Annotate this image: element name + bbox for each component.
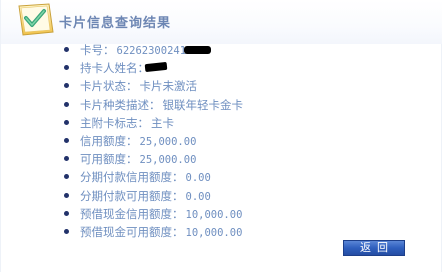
info-label: 主附卡标志：: [80, 115, 149, 130]
info-value: 10,000.00: [185, 226, 243, 239]
bullet-icon: [64, 119, 69, 125]
info-value: 0.00: [185, 172, 211, 185]
bullet-icon: [64, 156, 69, 162]
info-label: 卡号：: [80, 43, 115, 57]
back-button[interactable]: 返回: [343, 240, 405, 256]
info-item-cash-advance-credit: 预借现金信用额度： 10,000.00: [63, 205, 243, 223]
info-label: 预借现金可用额度：: [80, 224, 184, 239]
bullet-icon: [64, 47, 69, 52]
bullet-icon: [64, 228, 69, 234]
info-value: 10,000.00: [185, 208, 243, 221]
info-label: 持卡人姓名：: [80, 61, 149, 76]
info-item-cash-advance-available: 预借现金可用额度： 10,000.00: [63, 223, 243, 241]
info-label: 卡片状态：: [80, 79, 138, 94]
info-item-credit-limit: 信用额度： 25,000.00: [63, 132, 243, 150]
bullet-icon: [64, 83, 69, 89]
checkmark-badge-icon: [18, 3, 54, 36]
info-item-card-number: 卡号： 62262300241: [63, 41, 243, 59]
info-value: 62262300241: [116, 45, 187, 57]
info-label: 分期付款信用额度：: [80, 170, 184, 185]
info-item-available-limit: 可用额度： 25,000.00: [63, 150, 243, 168]
info-value: 25,000.00: [139, 135, 197, 148]
info-value: 主卡: [151, 115, 174, 130]
info-value: 0.00: [185, 190, 211, 203]
bullet-icon: [64, 210, 69, 216]
bullet-icon: [64, 101, 69, 107]
result-panel: 卡片信息查询结果 卡号： 62262300241 持卡人姓名： 卡片状态： 卡片未激…: [0, 0, 442, 272]
info-label: 卡片种类描述：: [80, 97, 161, 112]
info-item-card-type: 卡片种类描述： 银联年轻卡金卡: [63, 96, 243, 114]
info-item-primary-flag: 主附卡标志： 主卡: [63, 114, 243, 132]
info-value: 银联年轻卡金卡: [162, 97, 244, 112]
info-item-installment-available: 分期付款可用额度： 0.00: [63, 187, 243, 205]
redaction-mark: [184, 46, 211, 54]
info-item-card-status: 卡片状态： 卡片未激活: [63, 77, 243, 95]
page-title: 卡片信息查询结果: [59, 16, 172, 31]
bullet-icon: [64, 192, 69, 198]
bullet-icon: [64, 137, 69, 143]
bullet-icon: [64, 65, 69, 71]
page-header: 卡片信息查询结果: [1, 0, 442, 44]
info-label: 分期付款可用额度：: [80, 188, 184, 203]
info-label: 可用额度：: [80, 152, 138, 167]
info-value: 卡片未激活: [139, 79, 198, 94]
info-item-installment-credit: 分期付款信用额度： 0.00: [63, 168, 243, 186]
info-label: 信用额度：: [80, 133, 138, 148]
info-value: 25,000.00: [139, 154, 197, 167]
bullet-icon: [64, 174, 69, 180]
info-label: 预借现金信用额度：: [80, 206, 184, 221]
